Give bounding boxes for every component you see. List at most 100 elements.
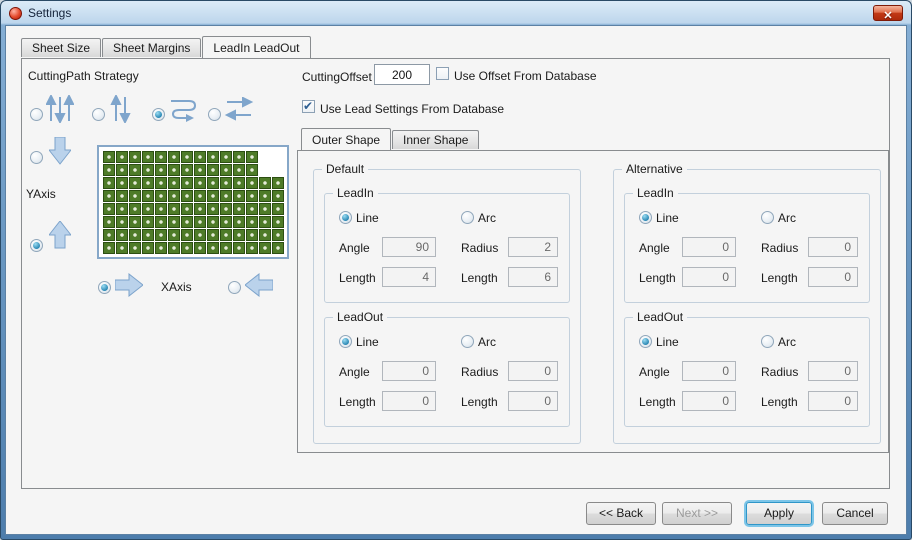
xaxis-label: XAxis [161, 280, 192, 294]
close-icon: ✕ [883, 10, 893, 22]
length-input[interactable] [682, 391, 736, 411]
arc-radio[interactable] [461, 335, 474, 348]
y-down-radio[interactable] [30, 151, 43, 164]
down-arrow-icon [49, 137, 71, 165]
arc-radio[interactable] [761, 211, 774, 224]
tab-sheet-margins[interactable]: Sheet Margins [102, 38, 202, 57]
leadout-section: LeadOut Line Arc Angle Radius Length Len… [324, 310, 570, 427]
part-cell [142, 164, 154, 176]
part-cell [220, 164, 232, 176]
length-input[interactable] [682, 267, 736, 287]
strategy-vertical-updown-radio[interactable] [92, 108, 105, 121]
line-radio[interactable] [339, 211, 352, 224]
length-label: Length [339, 271, 376, 285]
default-group-title: Default [322, 162, 369, 176]
part-cell [103, 242, 115, 254]
strategy-label: CuttingPath Strategy [28, 69, 139, 83]
part-cell [103, 203, 115, 215]
angle-input[interactable] [682, 237, 736, 257]
length-input-2[interactable] [808, 267, 858, 287]
part-cell [129, 242, 141, 254]
apply-button[interactable]: Apply [746, 502, 812, 525]
part-cell [116, 242, 128, 254]
cancel-button[interactable]: Cancel [822, 502, 888, 525]
radius-input[interactable] [508, 361, 558, 381]
part-cell [259, 177, 271, 189]
angle-label: Angle [639, 365, 670, 379]
radius-input[interactable] [508, 237, 558, 257]
next-button[interactable]: Next >> [662, 502, 732, 525]
arc-radio[interactable] [461, 211, 474, 224]
line-radio[interactable] [339, 335, 352, 348]
arc-radio-label: Arc [778, 335, 796, 349]
x-left-radio[interactable] [228, 281, 241, 294]
radius-input[interactable] [808, 361, 858, 381]
up-arrow-icon [49, 221, 71, 249]
alternative-group: Alternative LeadIn Line Arc Angle Radius… [613, 162, 881, 444]
line-radio[interactable] [639, 335, 652, 348]
use-offset-checkbox[interactable] [436, 67, 449, 80]
parts-grid [103, 151, 284, 254]
line-radio-label: Line [356, 335, 379, 349]
part-cell [116, 190, 128, 202]
part-cell [168, 190, 180, 202]
part-cell [272, 242, 284, 254]
part-cell [194, 151, 206, 163]
tab-outer-shape[interactable]: Outer Shape [301, 128, 392, 150]
part-cell [181, 216, 193, 228]
length-input[interactable] [382, 267, 436, 287]
tab-sheet-size[interactable]: Sheet Size [21, 38, 102, 57]
part-cell [220, 216, 232, 228]
length-label-2: Length [461, 395, 498, 409]
strategy-vertical-serpentine-radio[interactable] [30, 108, 43, 121]
y-up-radio[interactable] [30, 239, 43, 252]
close-button[interactable]: ✕ [873, 5, 903, 22]
part-cell [142, 177, 154, 189]
angle-label: Angle [639, 241, 670, 255]
back-button[interactable]: << Back [586, 502, 656, 525]
part-cell [168, 229, 180, 241]
part-cell [168, 203, 180, 215]
length-input-2[interactable] [808, 391, 858, 411]
cutting-offset-input[interactable] [374, 64, 430, 85]
length-label-2: Length [761, 395, 798, 409]
part-cell [207, 151, 219, 163]
part-cell [194, 190, 206, 202]
angle-input[interactable] [382, 361, 436, 381]
length-input-2[interactable] [508, 267, 558, 287]
part-cell [168, 242, 180, 254]
line-radio[interactable] [639, 211, 652, 224]
length-input-2[interactable] [508, 391, 558, 411]
main-tabs: Sheet Size Sheet Margins LeadIn LeadOut [21, 36, 312, 58]
horizontal-serpentine-icon [171, 100, 197, 122]
part-cell [246, 203, 258, 215]
use-lead-checkbox[interactable] [302, 99, 315, 113]
tab-leadin-leadout[interactable]: LeadIn LeadOut [202, 36, 311, 58]
leadin-leadout-page: CuttingPath Strategy YAxis XAxis Cutting… [21, 58, 890, 489]
part-cell [129, 164, 141, 176]
part-cell [246, 190, 258, 202]
length-input[interactable] [382, 391, 436, 411]
part-cell [246, 151, 258, 163]
radius-input[interactable] [808, 237, 858, 257]
settings-window: Settings ✕ Sheet Size Sheet Margins Lead… [0, 0, 912, 540]
line-radio-label: Line [656, 335, 679, 349]
part-cell [246, 229, 258, 241]
use-lead-checkbox-label: Use Lead Settings From Database [320, 102, 505, 116]
strategy-horizontal-loop-radio[interactable] [208, 108, 221, 121]
client-area: Sheet Size Sheet Margins LeadIn LeadOut … [5, 25, 907, 535]
default-group: Default LeadIn Line Arc Angle Radius Len… [313, 162, 581, 444]
strategy-horizontal-serpentine-radio[interactable] [152, 108, 165, 121]
angle-input[interactable] [382, 237, 436, 257]
app-icon [9, 6, 22, 20]
x-right-radio[interactable] [98, 281, 111, 294]
line-radio-label: Line [656, 211, 679, 225]
part-cell [181, 203, 193, 215]
tab-inner-shape[interactable]: Inner Shape [392, 130, 480, 149]
arc-radio[interactable] [761, 335, 774, 348]
right-arrow-icon [115, 273, 143, 297]
part-cell [142, 216, 154, 228]
part-cell [181, 177, 193, 189]
angle-input[interactable] [682, 361, 736, 381]
part-cell [155, 203, 167, 215]
